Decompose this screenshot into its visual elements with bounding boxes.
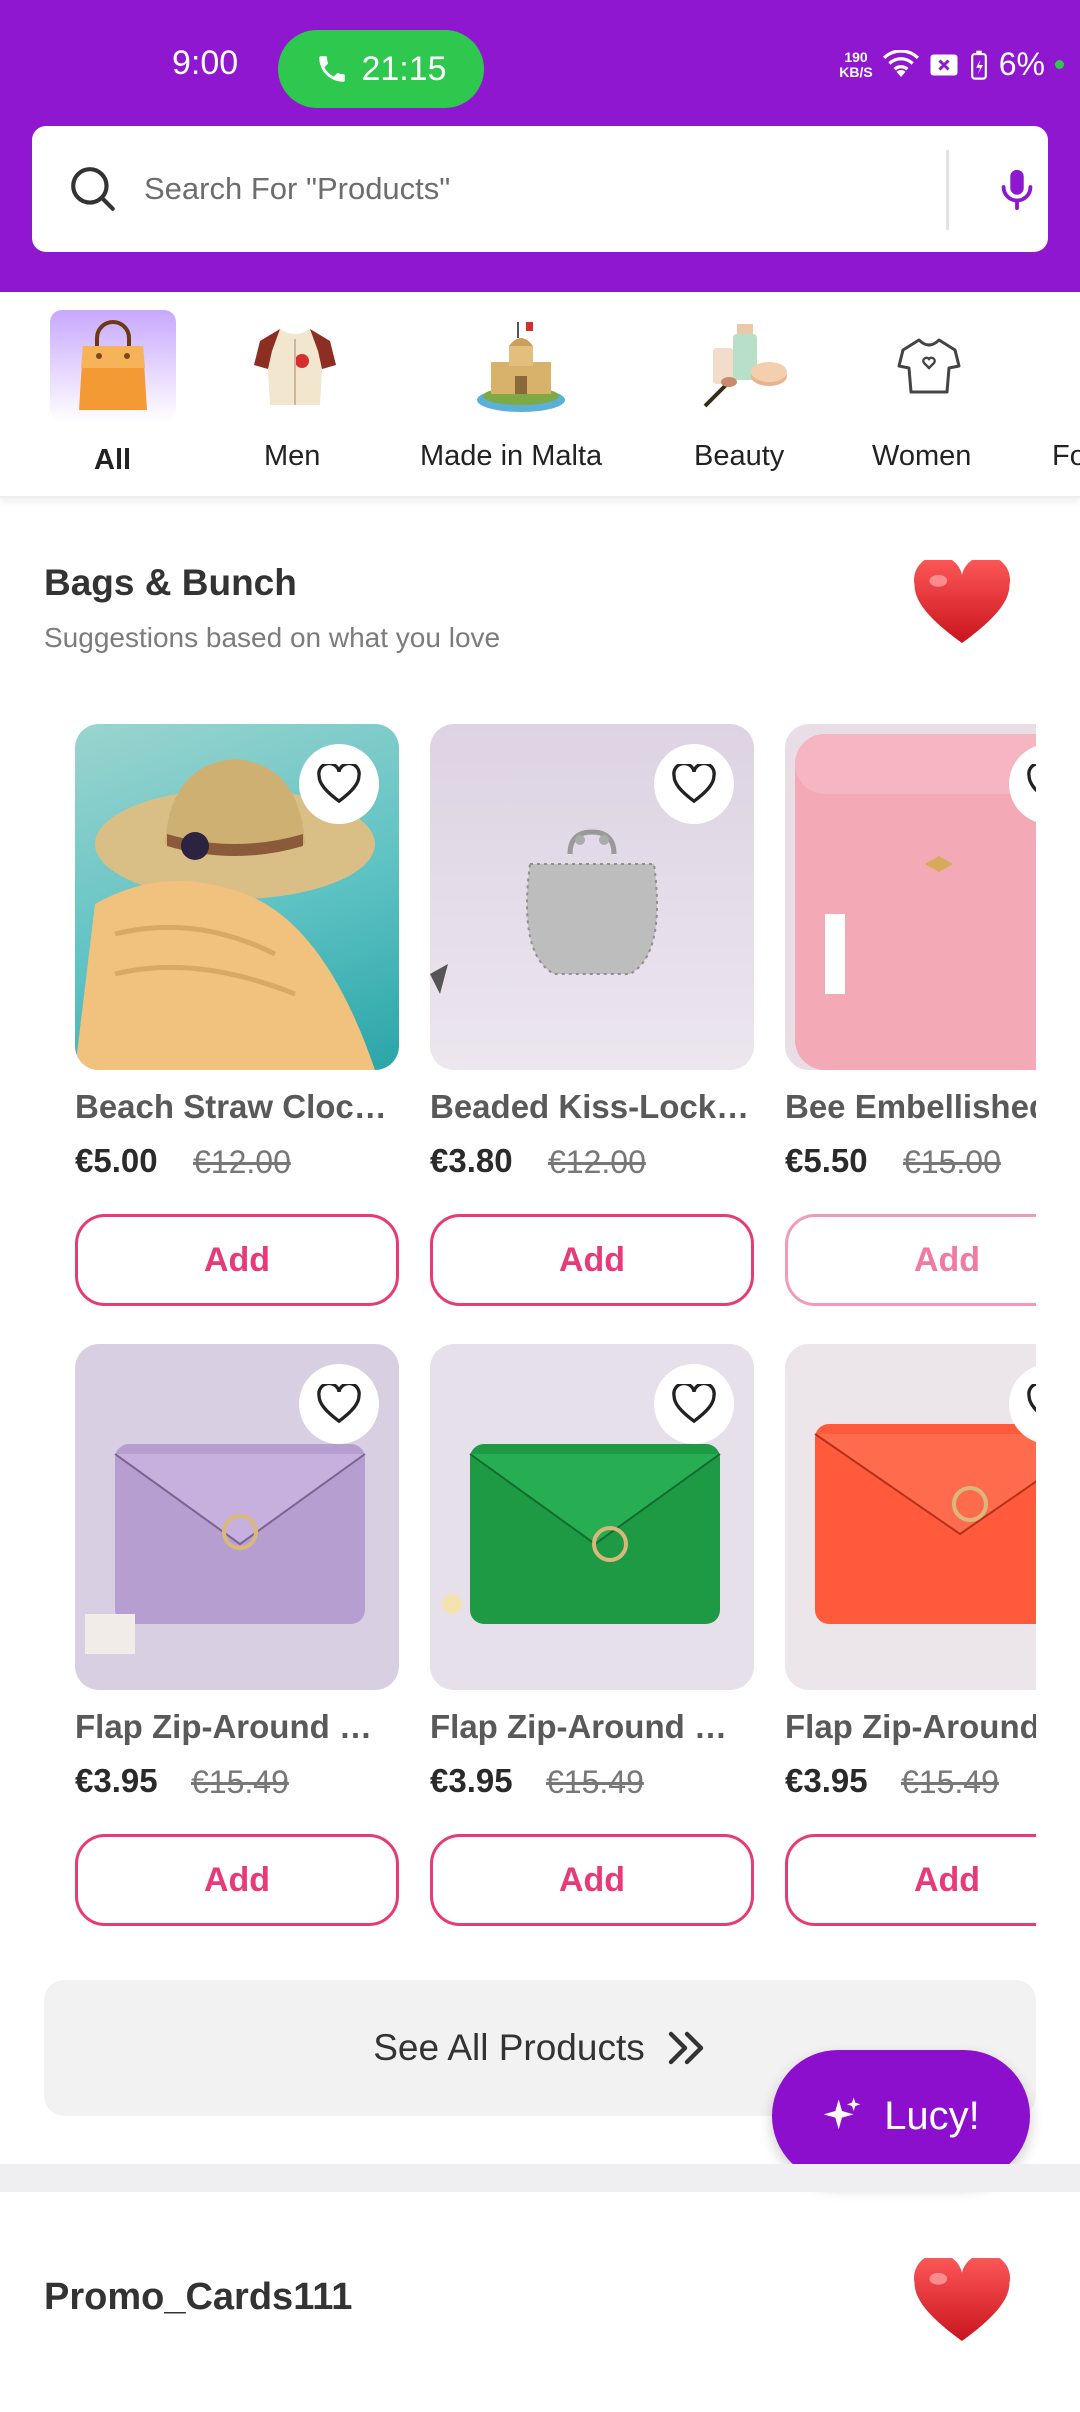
wishlist-button[interactable] — [654, 744, 734, 824]
product-image — [75, 1344, 399, 1690]
category-all[interactable]: All — [50, 292, 176, 498]
status-icons: 190 KB/S 6% — [839, 46, 1064, 83]
section-title: Promo_Cards111 — [44, 2276, 353, 2318]
category-partial[interactable]: Fo — [1052, 292, 1080, 498]
product-image — [75, 724, 399, 1070]
cosmetics-icon — [703, 324, 787, 408]
wishlist-button[interactable] — [299, 1364, 379, 1444]
sparkle-icon — [823, 2097, 861, 2130]
product-price: €5.00 — [75, 1142, 158, 1179]
wifi-icon — [882, 49, 919, 77]
product-name: Beaded Kiss-Lock Coin Purse — [430, 1088, 754, 1125]
product-grid: Beach Straw Cloche Hat €5.00 €12.00 Add … — [0, 724, 1036, 1934]
shirt-icon — [254, 329, 336, 405]
heart-outline-icon — [317, 764, 361, 804]
product-old-price: €15.49 — [191, 1764, 289, 1800]
ongoing-call-chip[interactable]: 21:15 — [278, 30, 484, 108]
add-to-cart-button[interactable]: Add — [785, 1214, 1036, 1306]
blouse-icon — [897, 338, 961, 394]
phone-icon — [319, 56, 346, 82]
category-label: Men — [264, 440, 321, 472]
category-thumb — [682, 310, 808, 422]
product-photo — [795, 734, 1036, 1070]
product-price: €3.95 — [75, 1762, 158, 1799]
heart-icon — [914, 560, 1010, 644]
call-timer: 21:15 — [361, 49, 447, 88]
category-label: Made in Malta — [420, 440, 603, 472]
status-bar: 9:00 21:15 190 KB/S 6% — [0, 0, 1080, 124]
app-header: 9:00 21:15 190 KB/S 6% — [0, 0, 1080, 292]
add-to-cart-button[interactable]: Add — [430, 1834, 754, 1926]
network-speed: 190 KB/S — [839, 48, 873, 80]
product-image — [785, 1344, 1036, 1690]
category-thumb — [458, 310, 584, 422]
product-name: Bee Embellished Crossbody — [785, 1088, 1036, 1125]
section-subtitle: Suggestions based on what you love — [44, 622, 501, 653]
product-price: €5.50 — [785, 1142, 868, 1179]
product-name: Flap Zip-Around Wallet — [75, 1708, 399, 1745]
search-bar[interactable] — [32, 126, 1048, 252]
heart-outline-icon — [1027, 1384, 1036, 1413]
heart-outline-icon — [672, 764, 716, 804]
product-image — [430, 1344, 754, 1690]
see-all-label: See All Products — [373, 2027, 645, 2068]
category-label: Fo — [1052, 440, 1080, 472]
product-name: Beach Straw Cloche Hat — [75, 1088, 399, 1125]
heart-outline-icon — [317, 1384, 361, 1424]
product-photo — [814, 1424, 1036, 1624]
product-old-price: €12.00 — [193, 1144, 291, 1180]
product-name: Flap Zip-Around Wallet — [430, 1708, 754, 1745]
heart-outline-icon — [1027, 764, 1036, 793]
category-women[interactable]: Women — [866, 292, 992, 498]
product-old-price: €15.49 — [546, 1764, 644, 1800]
search-input[interactable] — [144, 156, 924, 222]
malta-castle-icon — [477, 322, 565, 412]
category-label: Women — [872, 440, 972, 472]
category-beauty[interactable]: Beauty — [682, 292, 808, 498]
wishlist-button[interactable] — [654, 1364, 734, 1444]
privacy-indicator-dot — [1055, 60, 1064, 69]
heart-outline-icon — [672, 1384, 716, 1424]
product-price: €3.80 — [430, 1142, 513, 1179]
lucy-assistant-button[interactable]: Lucy! — [772, 2050, 1030, 2182]
lucy-label: Lucy! — [884, 2093, 980, 2138]
heart-icon — [914, 2258, 1010, 2342]
microphone-icon[interactable] — [994, 166, 1040, 212]
product-old-price: €12.00 — [548, 1144, 646, 1180]
product-name: Flap Zip-Around Wallet — [785, 1708, 1036, 1745]
add-to-cart-button[interactable]: Add — [785, 1834, 1036, 1926]
section-title: Bags & Bunch — [44, 562, 297, 603]
product-price: €3.95 — [785, 1762, 868, 1799]
product-image — [430, 724, 754, 1070]
category-thumb — [50, 310, 176, 422]
section-separator — [0, 2164, 1080, 2192]
category-strip: All Men Made in Malta Beauty Women Fo — [0, 292, 1080, 498]
add-to-cart-button[interactable]: Add — [75, 1834, 399, 1926]
category-thumb — [866, 310, 992, 422]
category-men[interactable]: Men — [232, 292, 358, 498]
add-to-cart-button[interactable]: Add — [430, 1214, 754, 1306]
product-old-price: €15.00 — [903, 1144, 1001, 1180]
shopping-bag-icon — [79, 320, 147, 410]
wishlist-button[interactable] — [299, 744, 379, 824]
add-to-cart-button[interactable]: Add — [75, 1214, 399, 1306]
search-icon — [71, 167, 115, 211]
category-label: All — [94, 444, 132, 476]
category-thumb — [232, 310, 358, 422]
battery-icon — [970, 50, 987, 80]
sim-blocked-icon — [930, 54, 958, 75]
product-old-price: €15.49 — [901, 1764, 999, 1800]
status-time: 9:00 — [172, 44, 239, 82]
battery-percent: 6% — [998, 46, 1045, 82]
double-chevron-right-icon — [668, 2031, 703, 2065]
category-label: Beauty — [694, 440, 785, 472]
product-image — [785, 724, 1036, 1070]
product-price: €3.95 — [430, 1762, 513, 1799]
search-divider — [946, 150, 949, 230]
category-made-in-malta[interactable]: Made in Malta — [418, 292, 622, 498]
